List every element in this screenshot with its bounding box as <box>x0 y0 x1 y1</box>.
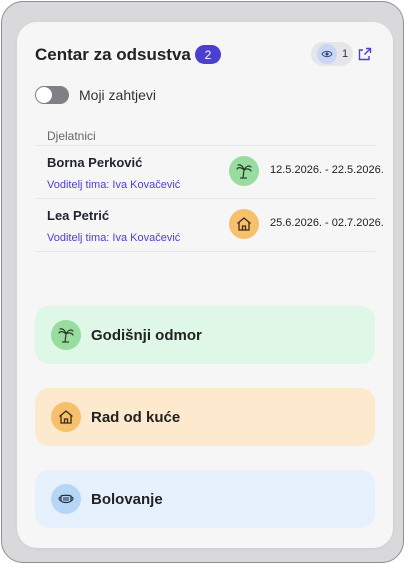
page-title: Centar za odsustva <box>35 45 191 64</box>
my-requests-filter: Moji zahtjevi <box>35 86 156 104</box>
my-requests-toggle[interactable] <box>35 86 69 104</box>
work-from-home-label: Rad od kuće <box>91 408 181 426</box>
absence-dates: 25.6.2026. - 02.7.2026. <box>270 217 384 229</box>
table-row[interactable]: Lea Petrić Voditelj tima: Iva Kovačević … <box>35 198 384 252</box>
viewer-count: 1 <box>342 48 349 60</box>
sick-leave-tile[interactable]: Bolovanje <box>35 470 375 528</box>
absence-dates: 12.5.2026. - 22.5.2026. <box>270 164 384 176</box>
toggle-knob <box>36 87 52 103</box>
employee-name: Lea Petrić <box>47 208 110 223</box>
my-requests-label: Moji zahtjevi <box>79 87 157 103</box>
employee-name: Borna Perković <box>47 155 143 170</box>
face-mask-icon <box>51 484 81 514</box>
work-from-home-tile[interactable]: Rad od kuće <box>35 388 375 446</box>
house-icon <box>51 402 81 432</box>
palm-tree-icon <box>229 156 259 186</box>
vacation-label: Godišnji odmor <box>91 326 202 344</box>
pending-count-badge: 2 <box>195 45 221 64</box>
house-icon <box>229 209 259 239</box>
employees-column-header: Djelatnici <box>47 129 96 143</box>
device-frame: Centar za odsustva 2 1 Moji zahtjevi Dje… <box>1 1 404 563</box>
palm-tree-icon <box>51 320 81 350</box>
absence-center-card: Centar za odsustva 2 1 Moji zahtjevi Dje… <box>17 22 393 548</box>
eye-icon <box>317 44 337 64</box>
team-lead: Voditelj tima: Iva Kovačević <box>47 179 181 191</box>
viewers-chip[interactable]: 1 <box>311 42 353 66</box>
external-link-icon[interactable] <box>358 47 372 61</box>
sick-leave-label: Bolovanje <box>91 490 163 508</box>
team-lead: Voditelj tima: Iva Kovačević <box>47 232 181 244</box>
vacation-tile[interactable]: Godišnji odmor <box>35 306 375 364</box>
table-row[interactable]: Borna Perković Voditelj tima: Iva Kovače… <box>35 145 384 198</box>
